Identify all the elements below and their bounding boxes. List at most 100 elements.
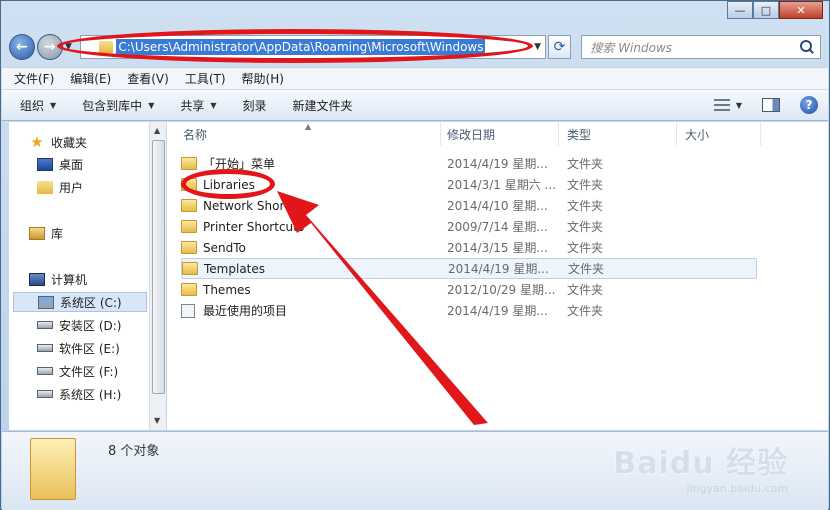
menu-edit[interactable]: 编辑(E) [70, 70, 111, 87]
file-row[interactable]: Templates 2014/4/19 星期... 文件夹 [181, 258, 757, 279]
file-name: Themes [203, 282, 251, 297]
nav-drive-c[interactable]: 系统区 (C:) [13, 292, 147, 312]
folder-icon [37, 180, 53, 194]
file-name: 最近使用的项目 [203, 304, 288, 318]
back-button[interactable]: ← [9, 34, 35, 60]
file-type: 文件夹 [567, 220, 604, 234]
nav-favorites[interactable]: ★ 收藏夹 [29, 132, 147, 152]
nav-label: 收藏夹 [51, 135, 88, 150]
nav-desktop[interactable]: 桌面 [37, 154, 155, 174]
file-type: 文件夹 [567, 199, 604, 213]
chevron-down-icon: ▼ [210, 100, 217, 110]
column-name[interactable]: 名称 [175, 122, 441, 146]
burn-button[interactable]: 刻录 [243, 97, 267, 114]
nav-label: 计算机 [51, 272, 88, 287]
file-type: 文件夹 [567, 283, 604, 297]
file-row[interactable]: Printer Shortcuts 2009/7/14 星期... 文件夹 [181, 216, 757, 237]
scroll-thumb[interactable] [152, 140, 165, 394]
file-row[interactable]: SendTo 2014/3/15 星期... 文件夹 [181, 237, 757, 258]
command-bar: 组织 ▼ 包含到库中 ▼ 共享 ▼ 刻录 新建文件夹 ▼ ? [2, 89, 828, 121]
nav-computer[interactable]: 计算机 [29, 269, 147, 289]
star-icon: ★ [30, 132, 44, 151]
organize-button[interactable]: 组织 ▼ [20, 97, 56, 114]
file-type: 文件夹 [567, 241, 604, 255]
column-size[interactable]: 大小 [677, 122, 761, 146]
nav-user[interactable]: 用户 [37, 177, 155, 197]
menu-file[interactable]: 文件(F) [14, 70, 54, 87]
folder-icon [181, 157, 197, 170]
drive-icon [37, 367, 53, 375]
close-button[interactable]: ✕ [779, 1, 823, 19]
drive-icon [37, 321, 53, 329]
scroll-down-icon[interactable]: ▼ [154, 416, 160, 425]
file-type: 文件夹 [567, 157, 604, 171]
file-row[interactable]: 最近使用的项目 2014/4/19 星期... 文件夹 [181, 300, 757, 321]
navigation-pane: ★ 收藏夹 桌面 用户 库 计算机 系统区 (C:) 安装区 (D:) 软件区 (… [9, 122, 166, 430]
file-name: Templates [204, 261, 266, 276]
nav-label: 系统区 (H:) [59, 387, 122, 402]
folder-icon [181, 199, 197, 212]
file-date: 2014/4/19 星期... [447, 157, 548, 171]
view-controls: ▼ ? [713, 96, 818, 114]
file-date: 2014/4/10 星期... [447, 199, 548, 213]
new-folder-button[interactable]: 新建文件夹 [293, 97, 353, 114]
nav-drive-h[interactable]: 系统区 (H:) [37, 384, 155, 404]
scroll-up-icon[interactable]: ▲ [154, 126, 160, 135]
search-box[interactable]: 搜索 Windows [581, 35, 821, 59]
computer-icon [29, 272, 45, 286]
file-name: Network Shortcuts [203, 198, 315, 213]
include-library-button[interactable]: 包含到库中 ▼ [82, 97, 154, 114]
file-name: Printer Shortcuts [203, 219, 305, 234]
menu-bar: 文件(F) 编辑(E) 查看(V) 工具(T) 帮助(H) [2, 67, 828, 89]
menu-view[interactable]: 查看(V) [127, 70, 169, 87]
chevron-down-icon: ▼ [148, 100, 155, 110]
address-dropdown-icon[interactable]: ▼ [531, 42, 545, 52]
nav-scrollbar[interactable]: ▲ ▼ [149, 122, 166, 430]
file-row[interactable]: Network Shortcuts 2014/4/10 星期... 文件夹 [181, 195, 757, 216]
minimize-button[interactable]: — [727, 1, 753, 19]
refresh-button[interactable]: ⟳ [547, 35, 572, 59]
nav-drive-d[interactable]: 安装区 (D:) [37, 315, 155, 335]
share-label: 共享 [180, 98, 205, 113]
object-count: 8 个对象 [108, 444, 160, 459]
file-date: 2014/3/1 星期六 ... [447, 178, 556, 192]
file-type: 文件夹 [567, 304, 604, 318]
details-pane: 8 个对象 Baidu 经验 jingyan.baidu.com [2, 431, 828, 510]
nav-label: 桌面 [59, 157, 84, 172]
preview-pane-icon[interactable] [762, 98, 780, 112]
folder-icon [182, 262, 198, 275]
search-input[interactable]: 搜索 Windows [590, 39, 800, 56]
menu-help[interactable]: 帮助(H) [242, 70, 284, 87]
folder-icon [30, 438, 76, 500]
system-drive-icon [38, 295, 54, 309]
explorer-window: — □ ✕ ← → ▼ C:\Users\Administrator\AppDa… [0, 0, 830, 510]
nav-drive-f[interactable]: 文件区 (F:) [37, 361, 155, 381]
nav-label: 软件区 (E:) [59, 341, 120, 356]
share-button[interactable]: 共享 ▼ [180, 97, 216, 114]
search-icon[interactable] [800, 40, 814, 54]
views-icon[interactable] [713, 99, 730, 111]
nav-label: 系统区 (C:) [60, 295, 122, 310]
drive-icon [37, 344, 53, 352]
column-date[interactable]: 修改日期 [439, 122, 559, 146]
file-date: 2014/3/15 星期... [447, 241, 548, 255]
file-date: 2012/10/29 星期... [447, 283, 556, 297]
drive-icon [37, 390, 53, 398]
help-icon[interactable]: ? [800, 96, 818, 114]
file-name: SendTo [203, 240, 246, 255]
menu-tools[interactable]: 工具(T) [185, 70, 226, 87]
chevron-down-icon[interactable]: ▼ [736, 101, 742, 110]
nav-drive-e[interactable]: 软件区 (E:) [37, 338, 155, 358]
annotation-ellipse-libraries [181, 169, 275, 199]
recent-items-icon [181, 303, 195, 318]
column-type[interactable]: 类型 [559, 122, 677, 146]
file-type: 文件夹 [568, 262, 605, 276]
file-row[interactable]: 「开始」菜单 2014/4/19 星期... 文件夹 [181, 153, 757, 174]
maximize-button[interactable]: □ [753, 1, 779, 19]
nav-label: 安装区 (D:) [59, 318, 122, 333]
desktop-icon [37, 157, 53, 171]
file-type: 文件夹 [567, 178, 604, 192]
file-date: 2014/4/19 星期... [447, 304, 548, 318]
file-row[interactable]: Themes 2012/10/29 星期... 文件夹 [181, 279, 757, 300]
nav-libraries[interactable]: 库 [29, 223, 147, 243]
